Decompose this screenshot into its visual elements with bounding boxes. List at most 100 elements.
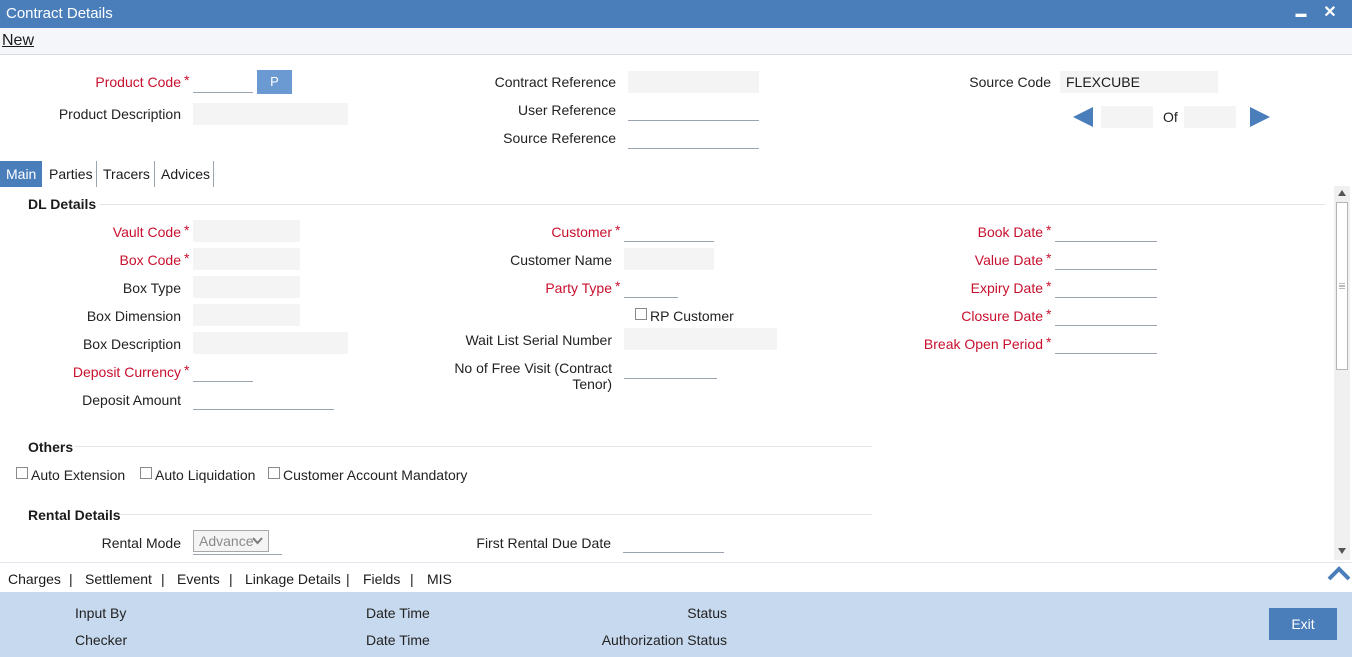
customer-account-mandatory-label: Customer Account Mandatory [283,467,468,483]
separator: | [69,571,73,587]
window-title: Contract Details [6,5,113,22]
free-visit-input[interactable] [624,357,717,379]
user-reference-input[interactable] [628,99,759,121]
auto-extension-checkbox[interactable] [16,467,28,479]
mis-link[interactable]: MIS [427,571,452,587]
section-divider [120,514,872,515]
customer-account-mandatory-checkbox[interactable] [268,467,280,479]
value-date-label: Value Date [974,252,1043,268]
required-marker: * [1046,250,1052,266]
source-reference-input[interactable] [628,127,759,149]
date-time-label: Date Time [366,632,430,648]
source-code-field[interactable]: FLEXCUBE [1060,71,1218,93]
required-marker: * [615,222,621,238]
product-description-field[interactable] [193,103,348,125]
vault-code-field[interactable] [193,220,300,242]
menu-bar: New [0,28,1352,55]
product-pick-button[interactable]: P [257,70,292,94]
events-link[interactable]: Events [177,571,220,587]
closure-date-label: Closure Date [961,308,1043,324]
box-code-field[interactable] [193,248,300,270]
box-dimension-field[interactable] [193,304,300,326]
exit-button[interactable]: Exit [1269,608,1337,640]
box-description-label: Box Description [82,336,181,352]
party-type-label: Party Type [545,280,612,296]
audit-footer: Input By Checker Date Time Date Time Sta… [0,592,1352,657]
party-type-input[interactable] [624,276,678,298]
collapse-up-icon[interactable] [1327,565,1351,581]
auto-extension-label: Auto Extension [31,467,126,483]
product-code-input[interactable] [193,71,253,93]
rental-mode-value: Advance [199,533,254,549]
fields-link[interactable]: Fields [363,571,400,587]
input-by-label: Input By [75,605,127,621]
required-marker: * [1046,222,1052,238]
customer-input[interactable] [624,220,714,242]
expiry-date-label: Expiry Date [970,280,1043,296]
settlement-link[interactable]: Settlement [85,571,152,587]
section-divider [100,204,1325,205]
wait-list-serial-number-field[interactable] [624,328,777,350]
source-code-value: FLEXCUBE [1066,74,1140,90]
section-divider [75,446,872,447]
wait-list-serial-number-label: Wait List Serial Number [465,332,612,348]
required-marker: * [184,362,190,378]
rental-mode-select[interactable]: Advance [193,530,269,552]
checker-label: Checker [75,632,128,648]
source-reference-label: Source Reference [503,130,616,146]
separator: | [410,571,414,587]
first-rental-due-date-input[interactable] [623,531,724,553]
deposit-currency-input[interactable] [193,360,253,382]
contract-reference-field[interactable] [628,71,759,93]
minimize-icon[interactable]: ▬ [1291,3,1311,25]
break-open-period-label: Break Open Period [923,336,1043,352]
close-icon[interactable]: ✕ [1320,2,1340,24]
linkage-details-link[interactable]: Linkage Details [245,571,341,587]
separator: | [346,571,350,587]
closure-date-input[interactable] [1055,304,1157,326]
vault-code-label: Vault Code [112,224,181,240]
required-marker: * [1046,306,1052,322]
new-link[interactable]: New [2,32,34,50]
scroll-down-icon[interactable] [1338,548,1346,554]
next-record-icon[interactable] [1248,106,1272,128]
customer-name-field[interactable] [624,248,714,270]
box-type-field[interactable] [193,276,300,298]
required-marker: * [184,250,190,266]
rental-mode-label: Rental Mode [101,535,181,551]
auto-liquidation-label: Auto Liquidation [155,467,256,483]
current-record-field[interactable] [1101,106,1153,128]
others-title: Others [28,439,74,455]
tab-parties[interactable]: Parties [43,161,97,187]
source-code-label: Source Code [969,74,1051,90]
free-visit-label-line1: No of Free Visit (Contract [454,360,612,376]
tab-main[interactable]: Main [0,161,42,187]
scrollbar-thumb[interactable] [1336,202,1348,370]
scroll-up-icon[interactable] [1338,190,1346,196]
required-marker: * [1046,278,1052,294]
expiry-date-input[interactable] [1055,276,1157,298]
deposit-currency-label: Deposit Currency [72,364,181,380]
rental-details-title: Rental Details [28,507,121,523]
value-date-input[interactable] [1055,248,1157,270]
box-dimension-label: Box Dimension [86,308,181,324]
customer-name-label: Customer Name [510,252,612,268]
previous-record-icon[interactable] [1071,106,1095,128]
title-bar: Contract Details ▬ ✕ [0,0,1352,28]
dl-details-title: DL Details [28,196,97,212]
auto-liquidation-checkbox[interactable] [140,467,152,479]
book-date-input[interactable] [1055,220,1157,242]
rp-customer-checkbox[interactable] [635,308,647,320]
box-code-label: Box Code [119,252,181,268]
charges-link[interactable]: Charges [8,571,61,587]
partial-field [193,554,282,556]
status-label: Status [687,605,727,621]
tab-advices[interactable]: Advices [155,161,214,187]
break-open-period-input[interactable] [1055,332,1157,354]
deposit-amount-input[interactable] [193,388,334,410]
box-description-field[interactable] [193,332,348,354]
total-records-field[interactable] [1184,106,1236,128]
tab-tracers[interactable]: Tracers [97,161,155,187]
book-date-label: Book Date [977,224,1043,240]
date-time-label: Date Time [366,605,430,621]
